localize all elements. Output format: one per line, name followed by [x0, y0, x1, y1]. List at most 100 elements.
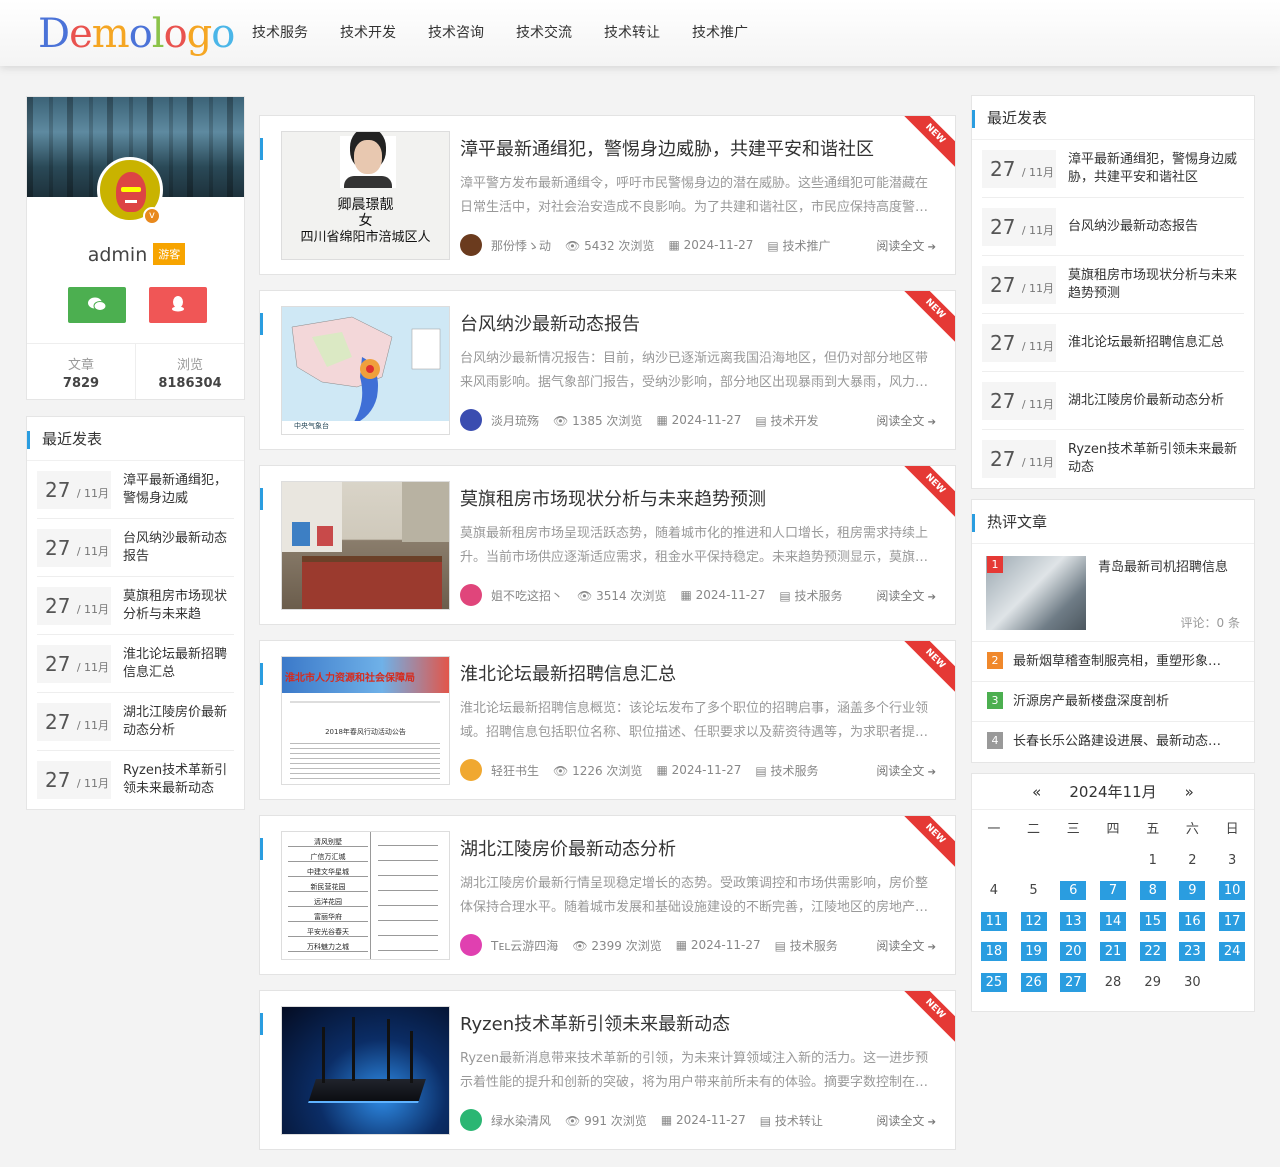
calendar-day[interactable]: 12: [1014, 907, 1054, 937]
calendar-day[interactable]: 6: [1053, 876, 1093, 906]
author-avatar[interactable]: [460, 1109, 482, 1131]
calendar-day-number[interactable]: 9: [1179, 881, 1206, 901]
read-more-text[interactable]: 阅读全文: [876, 764, 924, 778]
nav-item[interactable]: 技术开发: [324, 0, 412, 66]
post-title[interactable]: 漳平最新通缉犯，警惕身边威胁，共建平安和谐社区: [460, 135, 874, 161]
recent-item[interactable]: 27 / 11月 湖北江陵房价最新动态分析: [37, 693, 234, 751]
author-name[interactable]: 那份悸ゝ动: [491, 237, 551, 254]
post-title[interactable]: Ryzen技术革新引领未来最新动态: [460, 1010, 730, 1036]
calendar-day-number[interactable]: 17: [1219, 911, 1246, 931]
post-thumbnail[interactable]: [281, 1006, 450, 1135]
author-name[interactable]: 轻狂书生: [491, 762, 539, 779]
calendar-day-number[interactable]: 19: [1020, 942, 1047, 962]
post-title[interactable]: 淮北论坛最新招聘信息汇总: [460, 660, 676, 686]
calendar-day-number[interactable]: 26: [1020, 972, 1047, 992]
recent-title[interactable]: 湖北江陵房价最新动态分析: [123, 704, 234, 740]
calendar-day-number[interactable]: 20: [1060, 942, 1087, 962]
post-category-text[interactable]: 技术服务: [795, 589, 843, 603]
calendar-day-number[interactable]: 15: [1139, 911, 1166, 931]
read-more-link[interactable]: 阅读全文 ➔: [876, 937, 936, 954]
calendar-day-number[interactable]: 11: [980, 911, 1007, 931]
calendar-day[interactable]: 9: [1173, 876, 1213, 906]
nav-item[interactable]: 技术咨询: [412, 0, 500, 66]
nav-item[interactable]: 技术服务: [236, 0, 324, 66]
calendar-next-button[interactable]: »: [1185, 783, 1194, 801]
author-name[interactable]: Tᴇʟ云游四海: [491, 937, 558, 954]
recent-title[interactable]: 莫旗租房市场现状分析与未来趋: [123, 588, 234, 624]
post-thumbnail[interactable]: 卿晨璟靓女四川省绵阳市涪城区人: [281, 131, 450, 260]
calendar-day[interactable]: 17: [1212, 907, 1252, 937]
post-category[interactable]: ▤ 技术服务: [775, 937, 838, 954]
calendar-day[interactable]: 16: [1173, 907, 1213, 937]
calendar-day[interactable]: 15: [1133, 907, 1173, 937]
recent-item[interactable]: 27 / 11月 莫旗租房市场现状分析与未来趋势预测: [982, 256, 1244, 314]
calendar-day[interactable]: 21: [1093, 937, 1133, 967]
nav-item[interactable]: 技术转让: [588, 0, 676, 66]
calendar-day-number[interactable]: 24: [1219, 942, 1246, 962]
post-thumbnail[interactable]: [281, 481, 450, 610]
post-thumbnail[interactable]: 中央气象台: [281, 306, 450, 435]
recent-item[interactable]: 27 / 11月 Ryzen技术革新引领未来最新动态: [982, 430, 1244, 488]
read-more-text[interactable]: 阅读全文: [876, 939, 924, 953]
calendar-day-number[interactable]: 16: [1179, 911, 1206, 931]
recent-title[interactable]: Ryzen技术革新引领未来最新动态: [123, 762, 234, 798]
hot-title[interactable]: 最新烟草稽查制服亮相，重塑形象…: [1013, 654, 1221, 669]
calendar-day[interactable]: 20: [1053, 937, 1093, 967]
calendar-day-number[interactable]: 18: [980, 942, 1007, 962]
recent-item[interactable]: 27 / 11月 台风纳沙最新动态报告: [37, 519, 234, 577]
read-more-text[interactable]: 阅读全文: [876, 589, 924, 603]
recent-title[interactable]: Ryzen技术革新引领未来最新动态: [1068, 441, 1244, 477]
author-avatar[interactable]: [460, 234, 482, 256]
author-avatar[interactable]: [460, 409, 482, 431]
calendar-day[interactable]: 8: [1133, 876, 1173, 906]
site-logo[interactable]: Demologo: [38, 9, 235, 59]
read-more-text[interactable]: 阅读全文: [876, 1114, 924, 1128]
recent-title[interactable]: 莫旗租房市场现状分析与未来趋势预测: [1068, 267, 1244, 303]
read-more-link[interactable]: 阅读全文 ➔: [876, 237, 936, 254]
post-category-text[interactable]: 技术推广: [783, 239, 831, 253]
post-category[interactable]: ▤ 技术推广: [767, 237, 830, 254]
calendar-day-number[interactable]: 27: [1060, 972, 1087, 992]
calendar-day[interactable]: 25: [974, 968, 1014, 998]
hot-title[interactable]: 沂源房产最新楼盘深度剖析: [1013, 694, 1169, 709]
calendar-day-number[interactable]: 21: [1099, 942, 1126, 962]
post-category[interactable]: ▤ 技术服务: [779, 587, 842, 604]
post-category-text[interactable]: 技术开发: [771, 414, 819, 428]
calendar-day-number[interactable]: 12: [1020, 911, 1047, 931]
calendar-day[interactable]: 24: [1212, 937, 1252, 967]
author-name[interactable]: 姐不吃这招丶: [491, 587, 563, 604]
wechat-button[interactable]: [68, 287, 126, 323]
post-category-text[interactable]: 技术服务: [771, 764, 819, 778]
hot-title[interactable]: 长春长乐公路建设进展、最新动态…: [1013, 734, 1221, 749]
nav-item[interactable]: 技术交流: [500, 0, 588, 66]
nav-item[interactable]: 技术推广: [676, 0, 764, 66]
recent-item[interactable]: 27 / 11月 莫旗租房市场现状分析与未来趋: [37, 577, 234, 635]
calendar-day[interactable]: 27: [1053, 968, 1093, 998]
recent-title[interactable]: 台风纳沙最新动态报告: [1068, 218, 1198, 236]
recent-item[interactable]: 27 / 11月 湖北江陵房价最新动态分析: [982, 372, 1244, 430]
post-category-text[interactable]: 技术服务: [790, 939, 838, 953]
hot-item[interactable]: 4 长春长乐公路建设进展、最新动态…: [972, 722, 1254, 762]
calendar-day[interactable]: 23: [1173, 937, 1213, 967]
author-name[interactable]: 绿水染清风: [491, 1112, 551, 1129]
calendar-day[interactable]: 22: [1133, 937, 1173, 967]
read-more-text[interactable]: 阅读全文: [876, 239, 924, 253]
recent-item[interactable]: 27 / 11月 Ryzen技术革新引领未来最新动态: [37, 751, 234, 809]
read-more-link[interactable]: 阅读全文 ➔: [876, 762, 936, 779]
author-name[interactable]: 淡月琉殇: [491, 412, 539, 429]
author-avatar[interactable]: [460, 584, 482, 606]
read-more-link[interactable]: 阅读全文 ➔: [876, 587, 936, 604]
post-category[interactable]: ▤ 技术服务: [755, 762, 818, 779]
calendar-day[interactable]: 10: [1212, 876, 1252, 906]
post-category[interactable]: ▤ 技术转让: [760, 1112, 823, 1129]
calendar-day-number[interactable]: 25: [980, 972, 1007, 992]
calendar-day[interactable]: 19: [1014, 937, 1054, 967]
recent-item[interactable]: 27 / 11月 台风纳沙最新动态报告: [982, 198, 1244, 256]
recent-title[interactable]: 漳平最新通缉犯，警惕身边威: [123, 472, 234, 508]
read-more-link[interactable]: 阅读全文 ➔: [876, 1112, 936, 1129]
calendar-day-number[interactable]: 8: [1139, 881, 1166, 901]
calendar-day-number[interactable]: 14: [1099, 911, 1126, 931]
post-title[interactable]: 莫旗租房市场现状分析与未来趋势预测: [460, 485, 766, 511]
qq-button[interactable]: [149, 287, 207, 323]
post-category-text[interactable]: 技术转让: [775, 1114, 823, 1128]
